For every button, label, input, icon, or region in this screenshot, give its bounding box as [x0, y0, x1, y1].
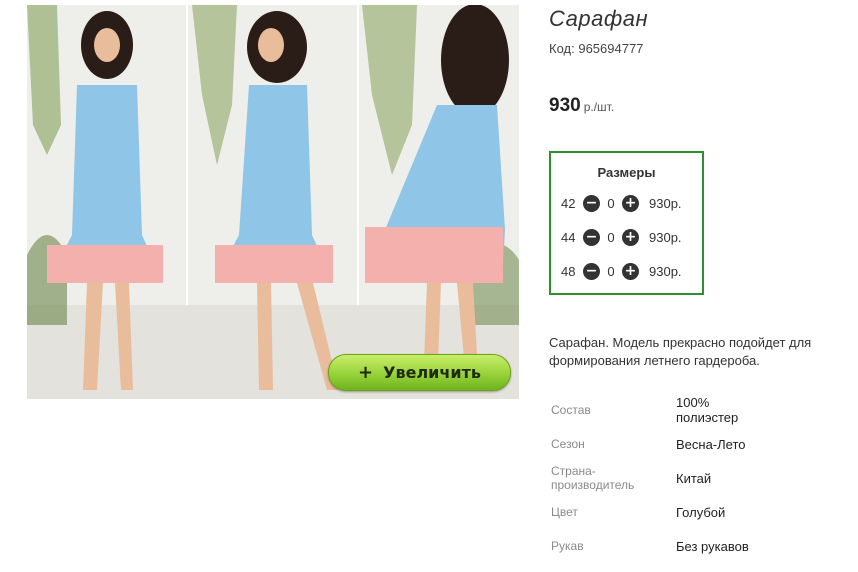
plus-icon: + — [358, 362, 374, 383]
product-title: Сарафан — [549, 6, 649, 31]
spec-row: Страна-производитель Китай — [551, 461, 851, 495]
minus-circle-icon[interactable]: − — [583, 228, 600, 246]
product-code-label: Код: — [549, 41, 575, 56]
spec-row: Состав 100% полиэстер — [551, 393, 851, 427]
size-row: 44 − 0 + 930р. — [561, 227, 682, 247]
product-code: Код: 965694777 — [549, 41, 643, 56]
size-row: 42 − 0 + 930р. — [561, 193, 682, 213]
price-unit: р./шт. — [583, 100, 615, 114]
size-label: 48 — [561, 263, 576, 279]
product-code-value: 965694777 — [578, 41, 644, 56]
quantity-value[interactable]: 0 — [602, 264, 620, 279]
minus-circle-icon[interactable]: − — [583, 194, 600, 212]
spec-value: Голубой — [676, 504, 726, 520]
spec-value: 100% полиэстер — [676, 395, 739, 425]
size-row: 48 − 0 + 930р. — [561, 261, 682, 281]
price-value: 930 — [549, 95, 581, 116]
spec-label: Рукав — [551, 539, 584, 553]
product-description: Сарафан. Модель прекрасно подойдет для ф… — [549, 335, 812, 368]
spec-value: Весна-Лето — [676, 436, 746, 452]
sizes-panel: Размеры 42 − 0 + 930р. 44 − 0 + 930р. 48… — [549, 151, 704, 295]
spec-value: Без рукавов — [676, 538, 749, 554]
plus-circle-icon[interactable]: + — [622, 194, 639, 212]
zoom-button-label: Увеличить — [383, 363, 481, 382]
size-price: 930р. — [649, 195, 682, 211]
spec-label: Состав — [551, 403, 591, 417]
quantity-value[interactable]: 0 — [602, 196, 620, 211]
product-photo-image — [27, 5, 519, 399]
plus-circle-icon[interactable]: + — [622, 228, 639, 246]
product-photo[interactable] — [27, 5, 519, 399]
minus-circle-icon[interactable]: − — [583, 262, 600, 280]
spec-row: Сезон Весна-Лето — [551, 427, 851, 461]
spec-row: Цвет Голубой — [551, 495, 851, 529]
sizes-title: Размеры — [597, 165, 656, 180]
size-label: 42 — [561, 195, 576, 211]
size-price: 930р. — [649, 263, 682, 279]
product-price: 930 р./шт. — [549, 95, 614, 117]
zoom-button[interactable]: + Увеличить — [328, 354, 511, 391]
size-price: 930р. — [649, 229, 682, 245]
specs-table: Состав 100% полиэстер Сезон Весна-Лето С… — [551, 393, 851, 563]
spec-label: Цвет — [551, 505, 578, 519]
spec-value: Китай — [676, 470, 712, 486]
size-label: 44 — [561, 229, 576, 245]
quantity-value[interactable]: 0 — [602, 230, 620, 245]
spec-row: Рукав Без рукавов — [551, 529, 851, 563]
spec-label: Сезон — [551, 437, 585, 451]
spec-label: Страна-производитель — [551, 464, 635, 492]
plus-circle-icon[interactable]: + — [622, 262, 639, 280]
